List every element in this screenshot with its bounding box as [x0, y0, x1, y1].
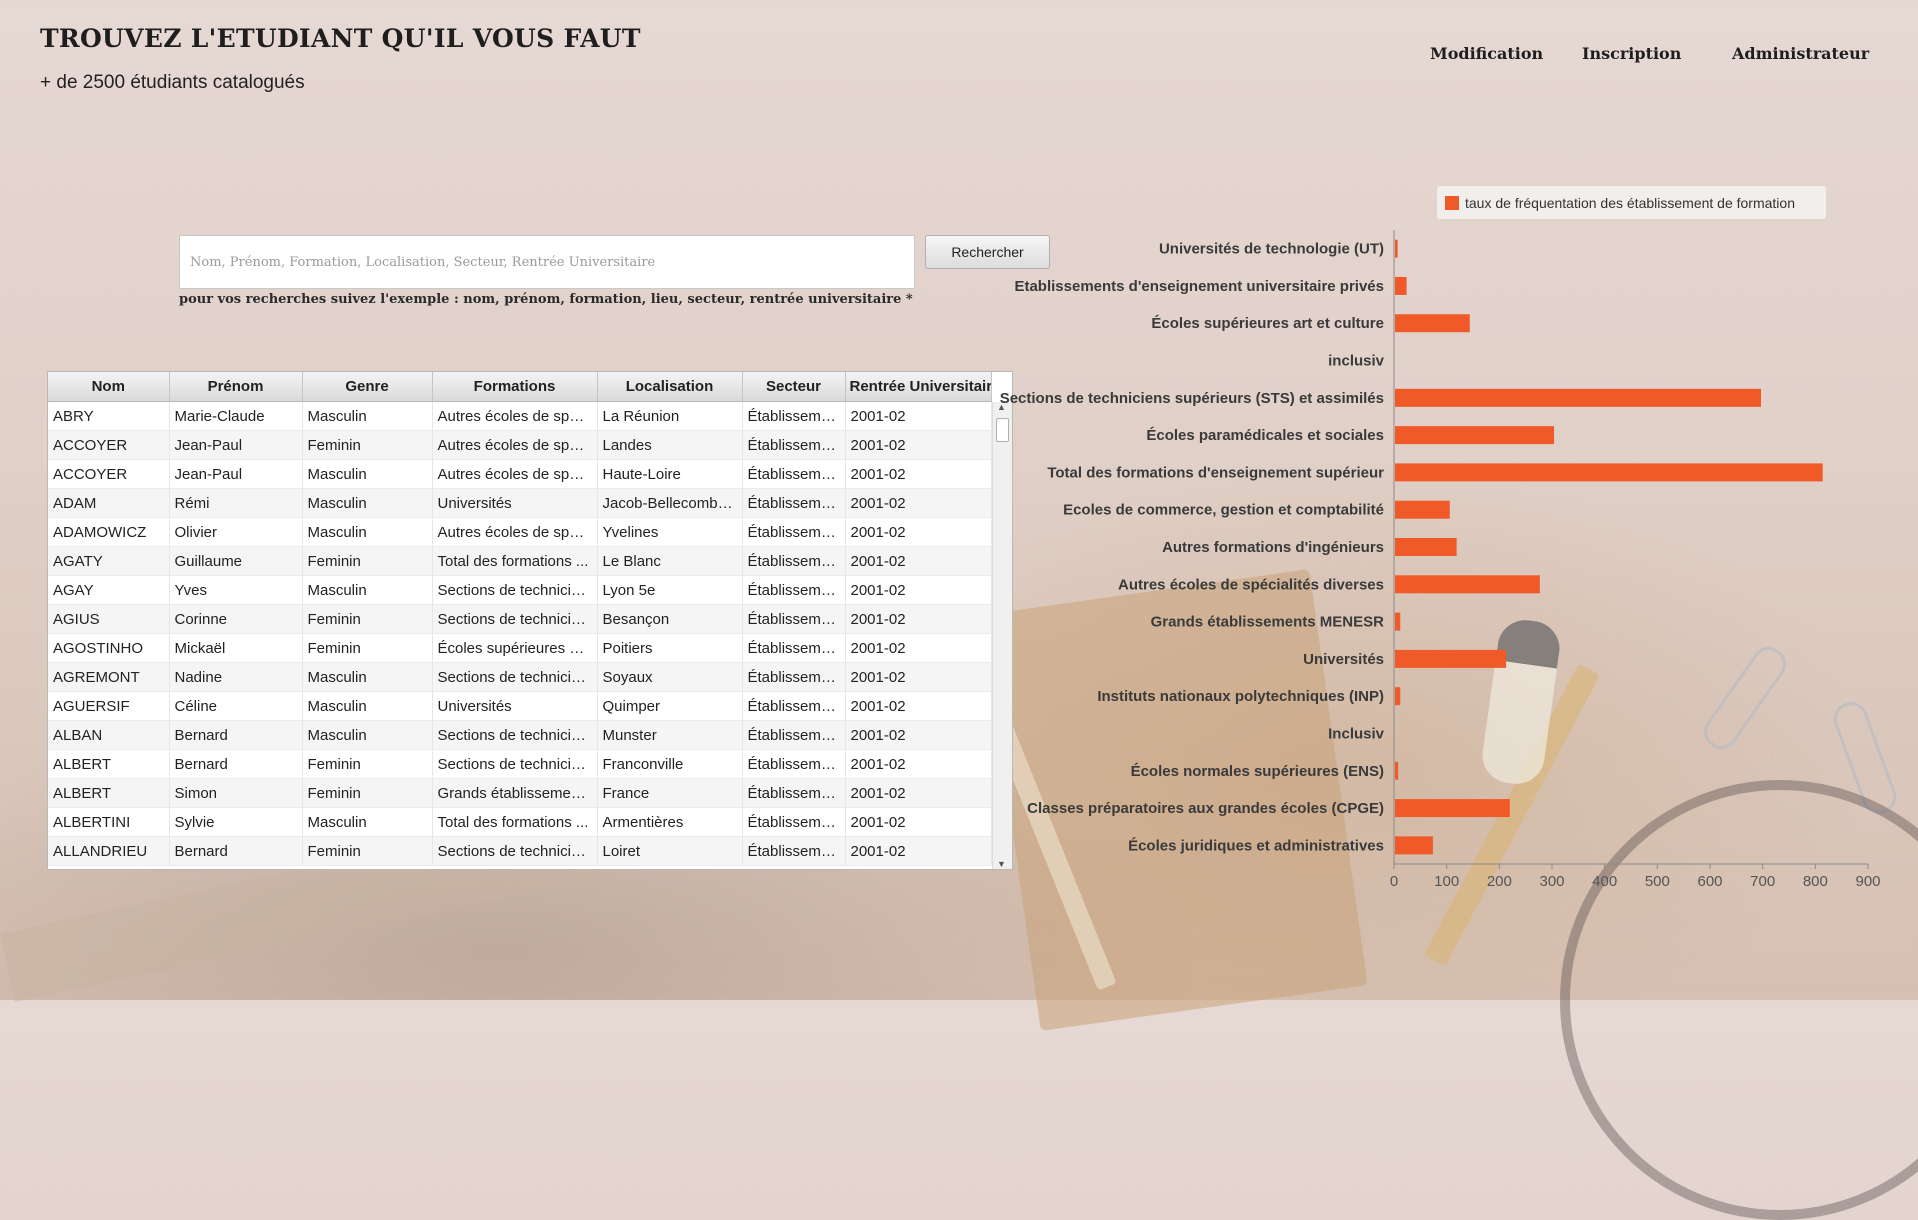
x-tick-label: 100	[1434, 873, 1459, 890]
data-bar	[1395, 836, 1433, 855]
data-bar	[1395, 799, 1510, 818]
category-label: Écoles paramédicales et sociales	[1146, 427, 1384, 444]
category-label: Etablissements d'enseignement universita…	[1014, 278, 1384, 295]
x-tick-label: 0	[1390, 873, 1398, 890]
x-tick-label: 800	[1803, 873, 1828, 890]
data-bar	[1395, 314, 1470, 333]
data-bar	[1395, 276, 1407, 295]
data-bar	[1395, 500, 1450, 519]
frequentation-bar-chart: Universités de technologie (UT) Etablisse…	[1000, 230, 1881, 890]
category-label: inclusiv	[1328, 353, 1385, 370]
data-bar	[1395, 761, 1399, 780]
data-bar	[1395, 687, 1401, 706]
x-tick-label: 900	[1855, 873, 1880, 890]
data-bar	[1395, 649, 1507, 668]
category-label: Écoles supérieures art et culture	[1151, 315, 1384, 332]
x-tick-label: 700	[1750, 873, 1775, 890]
category-label: Universités de technologie (UT)	[1159, 241, 1384, 258]
category-label: Inclusiv	[1328, 725, 1385, 742]
x-tick-label: 600	[1697, 873, 1722, 890]
category-label: Classes préparatoires aux grandes écoles…	[1027, 800, 1384, 817]
category-label: Autres écoles de spécialités diverses	[1118, 576, 1384, 593]
data-bar	[1395, 239, 1398, 258]
data-bar	[1395, 538, 1457, 556]
data-bar	[1395, 463, 1823, 482]
x-tick-label: 200	[1487, 873, 1512, 890]
data-bar	[1395, 575, 1540, 594]
category-label: Autres formations d'ingénieurs	[1162, 539, 1384, 556]
category-label: Sections de techniciens supérieurs (STS)…	[1000, 390, 1384, 407]
x-tick-label: 300	[1539, 873, 1564, 890]
category-label: Total des formations d'enseignement supé…	[1047, 464, 1384, 481]
category-label: Grands établissements MENESR	[1151, 614, 1385, 631]
category-label: Universités	[1303, 651, 1384, 668]
category-label: Écoles juridiques et administratives	[1128, 837, 1384, 854]
x-tick-label: 500	[1645, 873, 1670, 890]
category-label: Ecoles de commerce, gestion et comptabil…	[1063, 502, 1384, 519]
data-bar	[1395, 426, 1555, 445]
x-tick-label: 400	[1592, 873, 1617, 890]
category-label: Écoles normales supérieures (ENS)	[1131, 763, 1384, 780]
data-bar	[1395, 612, 1401, 631]
category-label: Instituts nationaux polytechniques (INP)	[1097, 688, 1384, 705]
data-bar	[1395, 388, 1762, 407]
